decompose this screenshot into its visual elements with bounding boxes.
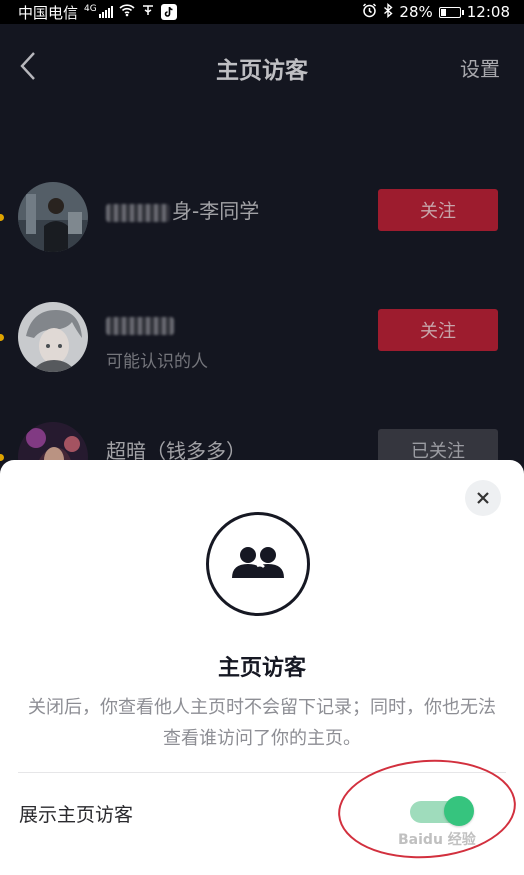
battery-icon	[438, 6, 464, 18]
bluetooth-icon	[383, 2, 393, 22]
visitor-name: 身-李同学	[106, 195, 259, 224]
avatar[interactable]	[18, 182, 88, 252]
toggle-label: 展示主页访客	[19, 804, 134, 826]
status-left: 中国电信 4G	[18, 2, 177, 23]
app-notification-icon	[141, 3, 155, 21]
watermark: Baidu 经验	[398, 832, 476, 848]
avatar[interactable]	[18, 302, 88, 372]
close-icon	[477, 492, 489, 504]
visitor-name-text: 身-李同学	[172, 199, 260, 223]
divider	[18, 772, 506, 773]
show-visitors-toggle[interactable]	[410, 796, 474, 826]
battery-percent: 28%	[399, 3, 433, 21]
status-bar: 中国电信 4G 28% 12:08	[0, 0, 524, 24]
wifi-icon	[119, 3, 135, 21]
unread-dot	[0, 334, 4, 341]
nav-bar: 主页访客 设置	[0, 24, 524, 108]
visitor-row[interactable]: 身-李同学 关注	[0, 172, 524, 262]
blurred-text	[106, 316, 174, 335]
toggle-knob	[444, 796, 474, 826]
page-title: 主页访客	[216, 58, 308, 84]
settings-link[interactable]: 设置	[460, 53, 500, 82]
status-right: 28% 12:08	[362, 2, 510, 22]
carrier-label: 中国电信	[18, 3, 79, 22]
clock: 12:08	[466, 3, 510, 21]
unread-dot	[0, 214, 4, 221]
sheet-description: 关闭后，你查看他人主页时不会留下记录；同时，你也无法查看谁访问了你的主页。	[28, 697, 496, 749]
unread-dot	[0, 454, 4, 461]
sheet-title: 主页访客	[217, 656, 306, 681]
follow-button[interactable]: 关注	[378, 309, 498, 351]
close-button[interactable]	[465, 480, 501, 516]
alarm-icon	[362, 2, 377, 22]
visitors-icon	[206, 512, 310, 616]
blurred-text	[106, 203, 170, 222]
visitor-row[interactable]: 可能认识的人 关注	[0, 292, 524, 382]
follow-button[interactable]: 关注	[378, 189, 498, 231]
visitor-name	[106, 312, 176, 336]
tiktok-icon	[160, 4, 177, 20]
visitor-subtitle: 可能认识的人	[106, 352, 208, 372]
network-label: 4G	[84, 3, 97, 14]
signal-icon	[98, 6, 113, 18]
people-icon	[232, 547, 284, 578]
visitor-settings-sheet: 主页访客 关闭后，你查看他人主页时不会留下记录；同时，你也无法查看谁访问了你的主…	[0, 460, 524, 875]
